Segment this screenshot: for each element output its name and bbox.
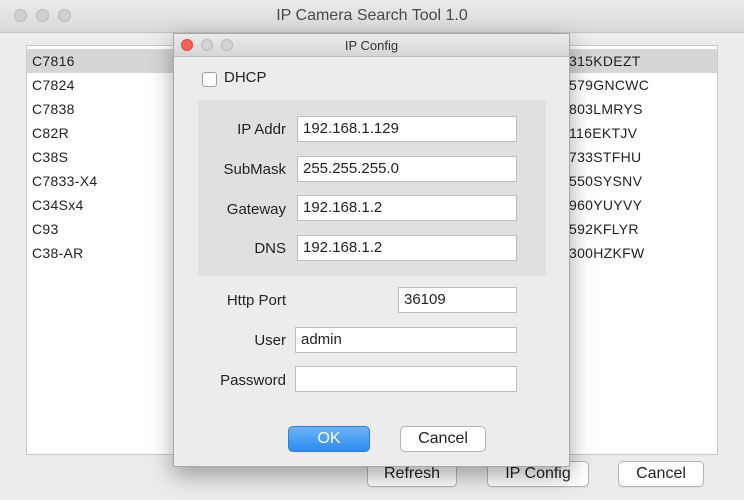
- list-item[interactable]: 550SYSNV: [567, 169, 717, 193]
- device-list-left[interactable]: C7816 C7824 C7838 C82R C38S C7833-X4 C34…: [26, 45, 178, 455]
- list-item[interactable]: 960YUYVY: [567, 193, 717, 217]
- user-field[interactable]: admin: [295, 327, 517, 353]
- ip-addr-label: IP Addr: [237, 121, 286, 138]
- cancel-button[interactable]: Cancel: [618, 461, 704, 487]
- dhcp-label[interactable]: DHCP: [224, 69, 267, 86]
- list-item[interactable]: 592KFLYR: [567, 217, 717, 241]
- submask-label: SubMask: [223, 161, 286, 178]
- list-item[interactable]: 803LMRYS: [567, 97, 717, 121]
- window-title: IP Camera Search Tool 1.0: [276, 7, 468, 24]
- http-port-field[interactable]: 36109: [398, 287, 517, 313]
- list-item[interactable]: C38S: [27, 145, 177, 169]
- list-item[interactable]: C38-AR: [27, 241, 177, 265]
- list-item[interactable]: C7816: [27, 49, 177, 73]
- gateway-label: Gateway: [226, 201, 286, 218]
- dns-field[interactable]: 192.168.1.2: [297, 235, 517, 261]
- list-item[interactable]: C7838: [27, 97, 177, 121]
- dialog-title: IP Config: [344, 38, 399, 53]
- list-item[interactable]: 116EKTJV: [567, 121, 717, 145]
- dhcp-checkbox[interactable]: [202, 72, 217, 87]
- user-label: User: [254, 332, 286, 349]
- ip-config-dialog: IP Config DHCP IP Addr 192.168.1.129 Sub…: [173, 33, 570, 467]
- list-item[interactable]: C82R: [27, 121, 177, 145]
- submask-field[interactable]: 255.255.255.0: [297, 156, 517, 182]
- http-port-label: Http Port: [226, 292, 286, 309]
- list-item[interactable]: C93: [27, 217, 177, 241]
- list-item[interactable]: 579GNCWC: [567, 73, 717, 97]
- list-item[interactable]: 315KDEZT: [567, 49, 717, 73]
- gateway-field[interactable]: 192.168.1.2: [297, 195, 517, 221]
- dialog-cancel-button[interactable]: Cancel: [400, 426, 486, 452]
- password-label: Password: [220, 372, 286, 389]
- ip-addr-field[interactable]: 192.168.1.129: [297, 116, 517, 142]
- ok-button[interactable]: OK: [288, 426, 370, 452]
- list-item[interactable]: C7833-X4: [27, 169, 177, 193]
- list-item[interactable]: 300HZKFW: [567, 241, 717, 265]
- main-titlebar[interactable]: IP Camera Search Tool 1.0: [0, 0, 744, 33]
- password-field[interactable]: [295, 366, 517, 392]
- dns-label: DNS: [254, 240, 286, 257]
- list-item[interactable]: C7824: [27, 73, 177, 97]
- dialog-titlebar[interactable]: IP Config: [174, 34, 569, 57]
- list-item[interactable]: 733STFHU: [567, 145, 717, 169]
- device-list-right[interactable]: 315KDEZT 579GNCWC 803LMRYS 116EKTJV 733S…: [566, 45, 718, 455]
- list-item[interactable]: C34Sx4: [27, 193, 177, 217]
